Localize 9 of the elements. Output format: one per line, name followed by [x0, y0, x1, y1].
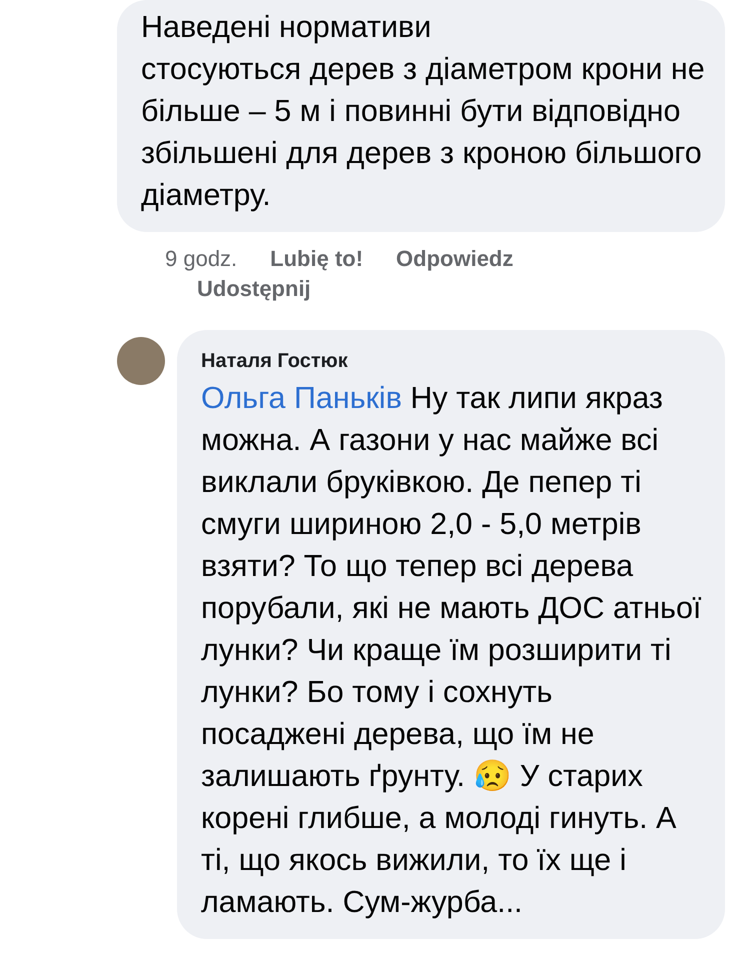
- avatar-photo[interactable]: [117, 337, 165, 385]
- share-link[interactable]: Udostępnij: [197, 276, 311, 302]
- author-name[interactable]: Наталя Гостюк: [201, 350, 705, 373]
- reply-link[interactable]: Odpowiedz: [396, 246, 514, 272]
- comment-text: Наведені нормативи стосуються дерев з діаметром крони не більше – 5 м і повинні бути відповідно збільшені для дерев з кроною більшого діаметру.: [141, 9, 705, 214]
- like-link[interactable]: Lubię to!: [270, 246, 364, 272]
- mention-link[interactable]: Ольга Паньків: [201, 381, 402, 415]
- comment-text: Ольга Паньків Ну так липи якраз можна. А газони у нас майже всі виклали бруківкою. Де пепер ті смуги шириною 2,0 - 5,0 метрів взяти? То що тепер всі дерева порубали, які не мають ДОС атньої лунки? Чи краще їм розширити ті лунки? Бо тому і сохнуть посаджені дерева, що їм не залишають ґрунту. 😥 У старих корені глибше, а молоді гинуть. А ті, що якось вижили, то їх ще і ламають. Сум-журба...: [201, 380, 702, 921]
- comment-time: 9 godz.: [165, 246, 238, 272]
